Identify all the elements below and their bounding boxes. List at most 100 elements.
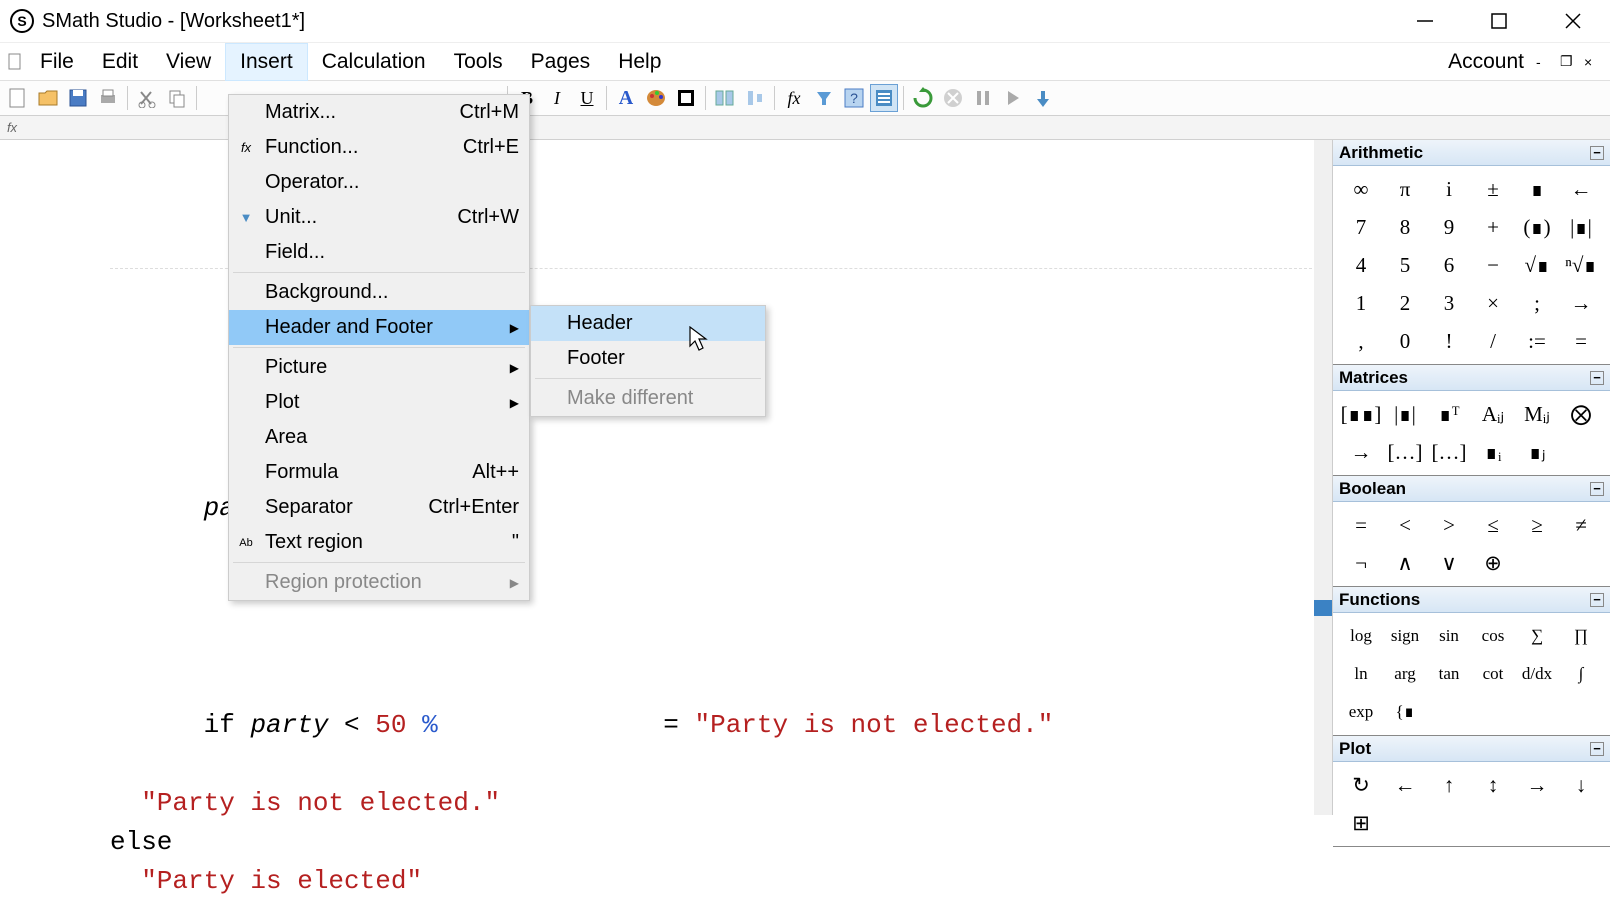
menu-item-unit-[interactable]: ▼Unit...Ctrl+W bbox=[229, 200, 529, 235]
menu-calculation[interactable]: Calculation bbox=[308, 44, 440, 80]
panel-button[interactable]: Mᵢⱼ bbox=[1515, 395, 1559, 433]
help-button[interactable]: ? bbox=[840, 84, 868, 112]
panel-button[interactable]: ¬ bbox=[1339, 544, 1383, 582]
panel-button[interactable]: ≥ bbox=[1515, 506, 1559, 544]
panel-button[interactable]: 8 bbox=[1383, 208, 1427, 246]
panel-button[interactable]: ; bbox=[1515, 284, 1559, 322]
fx-button[interactable]: fx bbox=[780, 84, 808, 112]
menu-item-header-and-footer[interactable]: Header and Footer▶ bbox=[229, 310, 529, 345]
panel-button[interactable]: 9 bbox=[1427, 208, 1471, 246]
panel-button[interactable]: 4 bbox=[1339, 246, 1383, 284]
menu-item-area[interactable]: Area bbox=[229, 420, 529, 455]
minimize-button[interactable] bbox=[1388, 0, 1462, 42]
boolean-panel-title[interactable]: Boolean− bbox=[1333, 476, 1610, 502]
panel-button[interactable]: − bbox=[1471, 246, 1515, 284]
child-minimize-button[interactable]: - bbox=[1536, 54, 1556, 70]
panel-button[interactable]: ↻ bbox=[1339, 766, 1383, 804]
panel-button[interactable]: √∎ bbox=[1515, 246, 1559, 284]
collapse-icon[interactable]: − bbox=[1590, 482, 1604, 496]
panel-button[interactable]: ↕ bbox=[1471, 766, 1515, 804]
panel-button[interactable]: [∎∎] bbox=[1339, 395, 1383, 433]
panel-button[interactable]: ⁿ√∎ bbox=[1559, 246, 1603, 284]
submenu-item-header[interactable]: Header bbox=[531, 306, 765, 341]
panel-button[interactable]: ← bbox=[1559, 170, 1603, 208]
panel-button[interactable]: ∎ᵢ bbox=[1471, 433, 1515, 471]
menu-item-background-[interactable]: Background... bbox=[229, 275, 529, 310]
panel-button[interactable]: ⊞ bbox=[1339, 804, 1383, 842]
panel-button[interactable]: → bbox=[1339, 433, 1383, 471]
font-color-button[interactable]: A bbox=[612, 84, 640, 112]
stop-button[interactable] bbox=[939, 84, 967, 112]
panel-button[interactable]: 2 bbox=[1383, 284, 1427, 322]
panel-button[interactable]: ∎ᵀ bbox=[1427, 395, 1471, 433]
panel-button[interactable]: > bbox=[1427, 506, 1471, 544]
panel-button[interactable]: exp bbox=[1339, 693, 1383, 731]
panel-button[interactable]: 5 bbox=[1383, 246, 1427, 284]
panel-button[interactable]: […] bbox=[1383, 433, 1427, 471]
panel-button[interactable]: arg bbox=[1383, 655, 1427, 693]
panel-button[interactable]: sign bbox=[1383, 617, 1427, 655]
scrollbar[interactable] bbox=[1314, 140, 1332, 815]
panel-button[interactable]: → bbox=[1559, 284, 1603, 322]
filter-button[interactable] bbox=[810, 84, 838, 112]
panel-button[interactable]: , bbox=[1339, 322, 1383, 360]
menu-tools[interactable]: Tools bbox=[440, 44, 517, 80]
child-restore-button[interactable]: ❐ bbox=[1560, 53, 1580, 70]
panel-button[interactable]: / bbox=[1471, 322, 1515, 360]
child-close-button[interactable]: × bbox=[1584, 54, 1604, 70]
collapse-icon[interactable]: − bbox=[1590, 742, 1604, 756]
menu-item-matrix-[interactable]: Matrix...Ctrl+M bbox=[229, 95, 529, 130]
play-button[interactable] bbox=[999, 84, 1027, 112]
border-button[interactable] bbox=[672, 84, 700, 112]
menu-item-function-[interactable]: fxFunction...Ctrl+E bbox=[229, 130, 529, 165]
palette-button[interactable] bbox=[642, 84, 670, 112]
menu-item-picture[interactable]: Picture▶ bbox=[229, 350, 529, 385]
panel-button[interactable]: ≤ bbox=[1471, 506, 1515, 544]
panel-button[interactable]: < bbox=[1383, 506, 1427, 544]
panel-button[interactable]: Aᵢⱼ bbox=[1471, 395, 1515, 433]
panel-button[interactable]: 6 bbox=[1427, 246, 1471, 284]
panel-button[interactable]: ∧ bbox=[1383, 544, 1427, 582]
menu-view[interactable]: View bbox=[152, 44, 225, 80]
collapse-icon[interactable]: − bbox=[1590, 146, 1604, 160]
panel-button[interactable]: ± bbox=[1471, 170, 1515, 208]
panel-button[interactable]: |∎| bbox=[1559, 208, 1603, 246]
menu-edit[interactable]: Edit bbox=[88, 44, 152, 80]
menu-item-operator-[interactable]: Operator... bbox=[229, 165, 529, 200]
close-button[interactable] bbox=[1536, 0, 1610, 42]
menu-insert[interactable]: Insert bbox=[225, 43, 308, 81]
panel-button[interactable]: sin bbox=[1427, 617, 1471, 655]
matrices-panel-title[interactable]: Matrices− bbox=[1333, 365, 1610, 391]
view-button[interactable] bbox=[870, 84, 898, 112]
panel-button[interactable]: 1 bbox=[1339, 284, 1383, 322]
functions-panel-title[interactable]: Functions− bbox=[1333, 587, 1610, 613]
menu-file[interactable]: File bbox=[26, 44, 88, 80]
panel-button[interactable]: ⊕ bbox=[1471, 544, 1515, 582]
panel-button[interactable]: log bbox=[1339, 617, 1383, 655]
new-button[interactable] bbox=[4, 84, 32, 112]
worksheet-then-body[interactable]: "Party is not elected." bbox=[110, 784, 1222, 823]
open-button[interactable] bbox=[34, 84, 62, 112]
worksheet-else-body[interactable]: "Party is elected" bbox=[110, 862, 1222, 901]
arithmetic-panel-title[interactable]: Arithmetic− bbox=[1333, 140, 1610, 166]
panel-button[interactable]: 0 bbox=[1383, 322, 1427, 360]
worksheet-else[interactable]: else bbox=[110, 823, 1222, 862]
print-button[interactable] bbox=[94, 84, 122, 112]
panel-button[interactable]: 7 bbox=[1339, 208, 1383, 246]
panel-button[interactable]: {∎ bbox=[1383, 693, 1427, 731]
panel-button[interactable]: := bbox=[1515, 322, 1559, 360]
menu-item-field-[interactable]: Field... bbox=[229, 235, 529, 270]
align-v-button[interactable] bbox=[741, 84, 769, 112]
panel-button[interactable]: × bbox=[1471, 284, 1515, 322]
step-button[interactable] bbox=[1029, 84, 1057, 112]
panel-button[interactable]: ∎ bbox=[1515, 170, 1559, 208]
collapse-icon[interactable]: − bbox=[1590, 371, 1604, 385]
panel-button[interactable]: ↓ bbox=[1559, 766, 1603, 804]
worksheet[interactable]: party : if party < 50 % = "Party is not … bbox=[0, 140, 1332, 815]
underline-button[interactable]: U bbox=[573, 84, 601, 112]
menu-item-text-region[interactable]: AbText region" bbox=[229, 525, 529, 560]
panel-button[interactable]: ∞ bbox=[1339, 170, 1383, 208]
panel-button[interactable]: ∫ bbox=[1559, 655, 1603, 693]
panel-button[interactable]: ∎ⱼ bbox=[1515, 433, 1559, 471]
save-button[interactable] bbox=[64, 84, 92, 112]
